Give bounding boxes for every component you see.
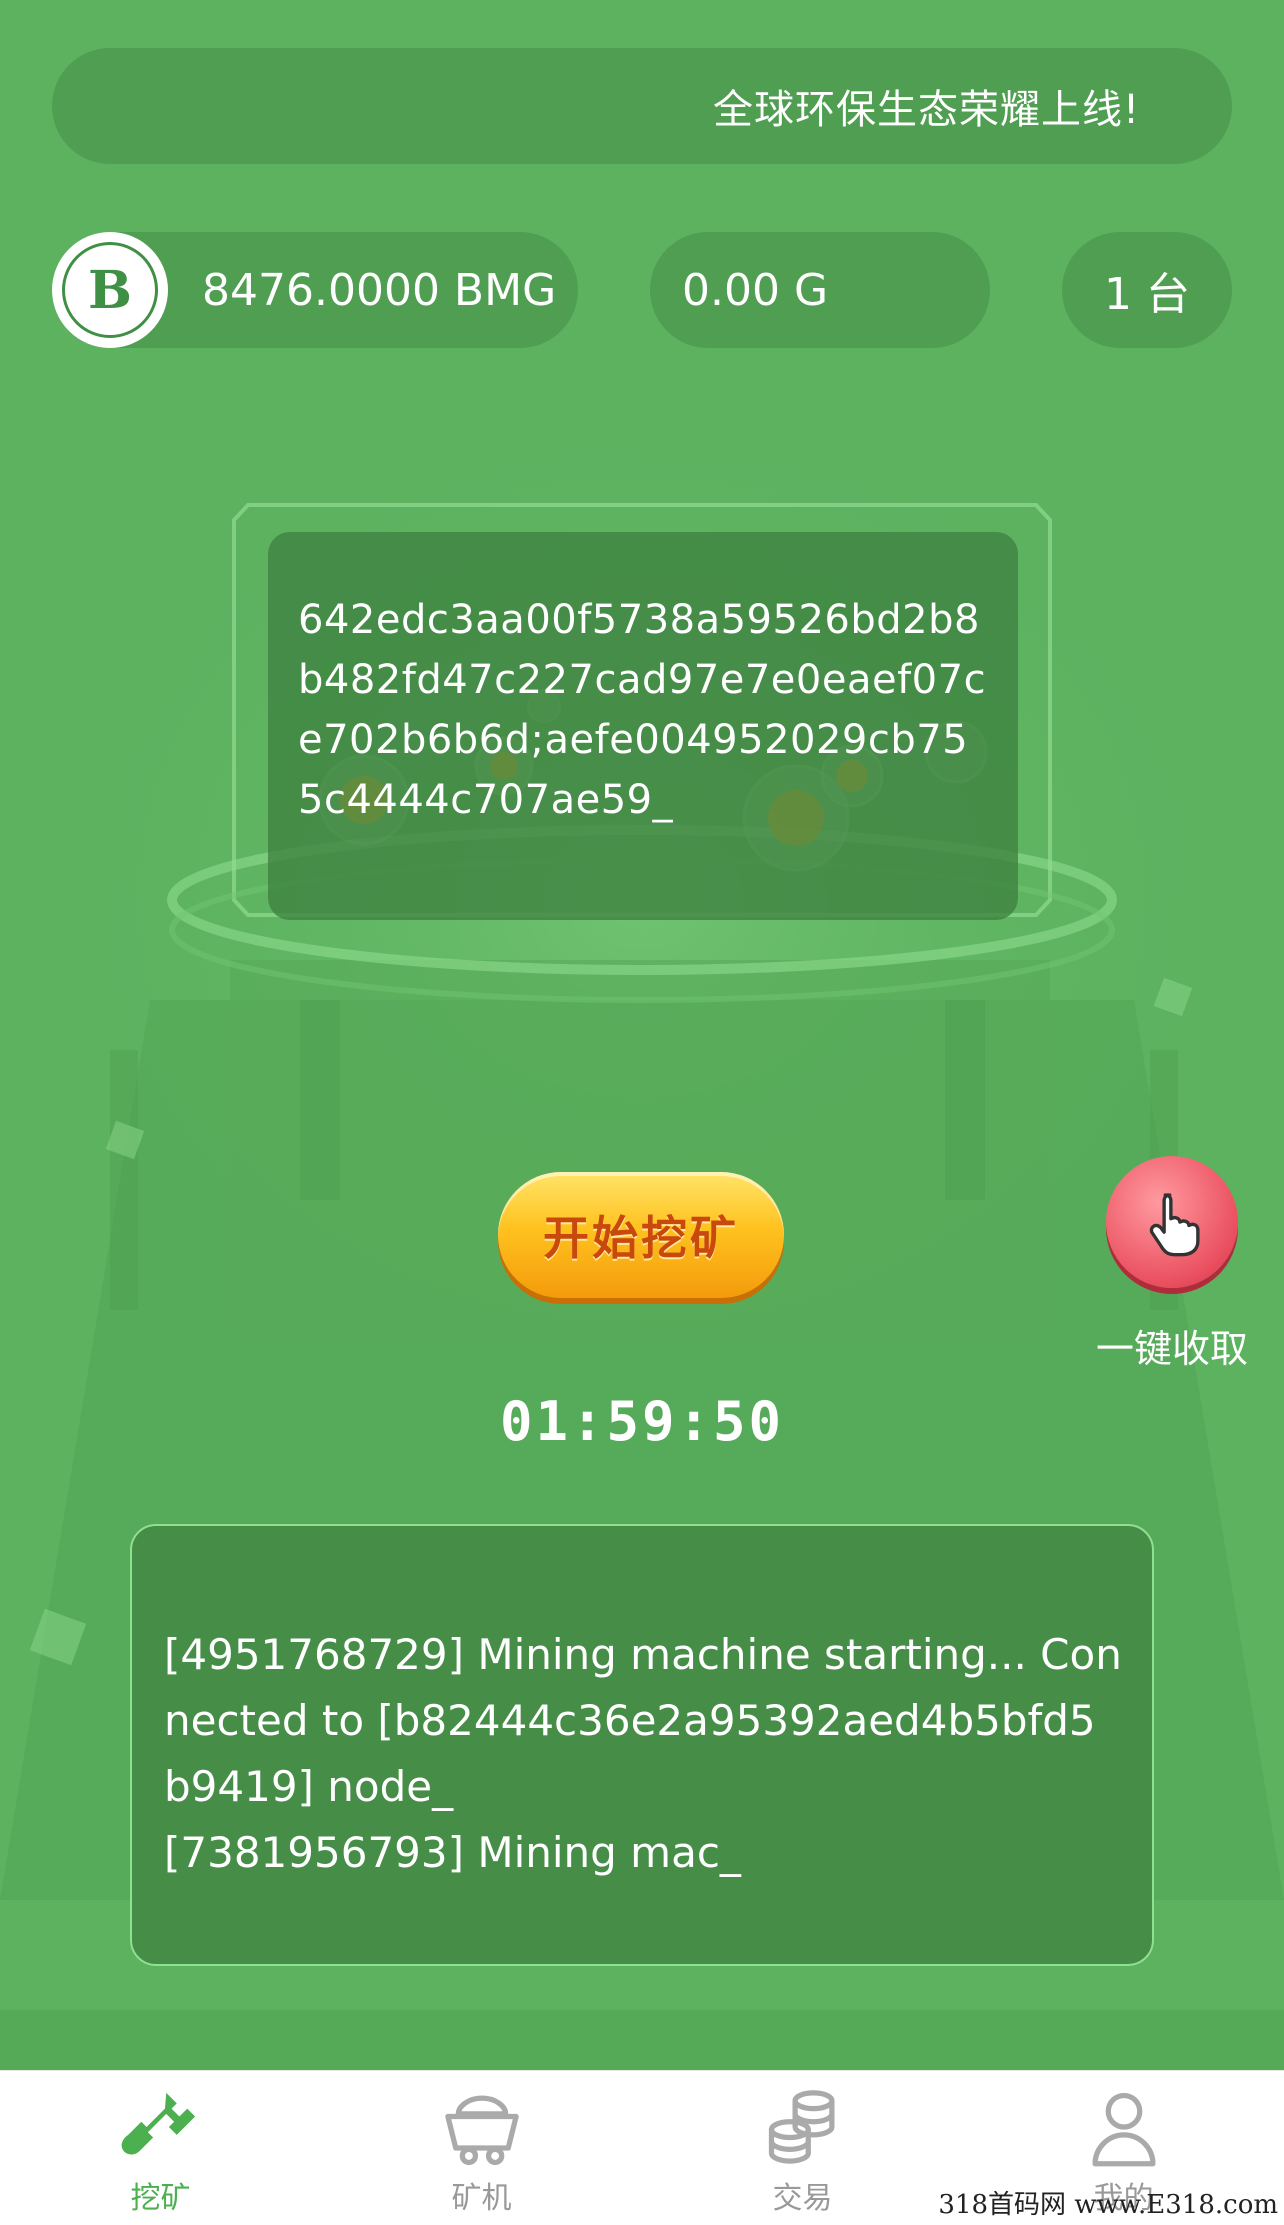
user-icon	[1092, 2092, 1155, 2167]
coins-icon	[768, 2090, 834, 2164]
hash-text: 642edc3aa00f5738a59526bd2b8b482fd47c227c…	[298, 597, 987, 823]
countdown-timer: 01:59:50	[499, 1390, 785, 1453]
tab-mining[interactable]: 挖矿	[0, 2071, 321, 2225]
site-watermark: 318首码网 www.E318.com	[938, 2190, 1278, 2220]
collect-all-button[interactable]	[1106, 1156, 1238, 1288]
coin-logo-letter: B	[62, 242, 158, 338]
balance-value: 8476.0000 BMG	[202, 264, 557, 316]
tab-machines[interactable]: 矿机	[321, 2071, 642, 2225]
start-mining-label: 开始挖矿	[543, 1211, 739, 1265]
tab-mining-label: 挖矿	[130, 2181, 191, 2216]
log-line: [7381956793] Mining mac_	[164, 1828, 741, 1877]
collect-all-label: 一键收取	[1095, 1327, 1248, 1371]
tab-trade-label: 交易	[772, 2181, 833, 2216]
coin-logo: B	[52, 232, 168, 348]
shovel-icon	[121, 2092, 195, 2155]
hashpower-value: 0.00 G	[682, 264, 829, 316]
machine-count-value: 1 台	[1104, 269, 1190, 320]
tab-machines-label: 矿机	[451, 2181, 512, 2216]
announcement-marquee[interactable]: 全球环保生态荣耀上线!	[52, 48, 1232, 164]
announcement-text: 全球环保生态荣耀上线!	[712, 87, 1140, 133]
mine-cart-icon	[444, 2095, 519, 2166]
hashpower-pill: 0.00 G	[650, 232, 990, 348]
start-mining-button[interactable]: 开始挖矿	[498, 1172, 784, 1298]
tap-hand-icon	[1149, 1193, 1200, 1257]
mining-log-panel: [4951768729] Mining machine starting... …	[130, 1524, 1154, 1966]
log-line: [4951768729] Mining machine starting... …	[164, 1630, 1122, 1811]
tab-trade[interactable]: 交易	[642, 2071, 963, 2225]
machine-count-pill[interactable]: 1 台	[1062, 232, 1232, 348]
hash-display-screen: 642edc3aa00f5738a59526bd2b8b482fd47c227c…	[268, 532, 1018, 920]
